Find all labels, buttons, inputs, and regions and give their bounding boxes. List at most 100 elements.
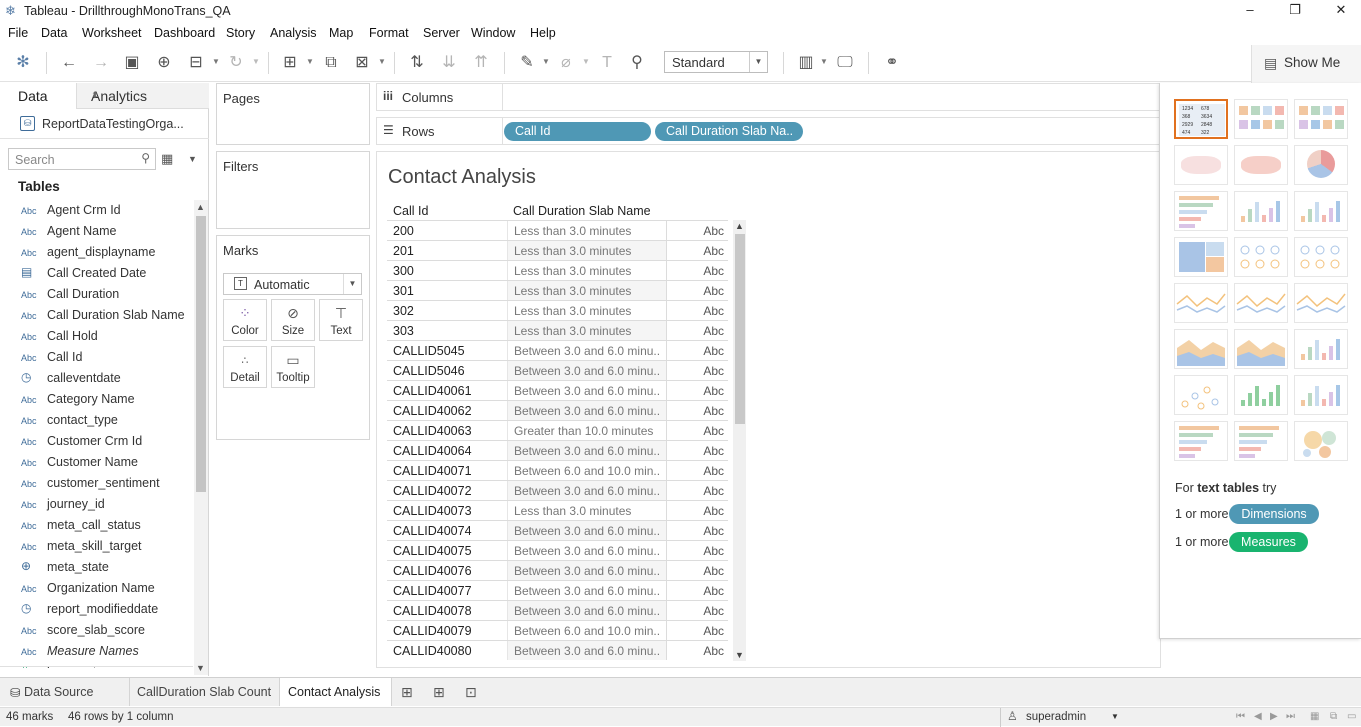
table-row[interactable]: CALLID40061 Between 3.0 and 6.0 minu.. Abc	[387, 380, 728, 400]
field-item[interactable]: Abc journey_id	[0, 494, 193, 515]
menu-story[interactable]: Story	[226, 26, 255, 40]
table-row[interactable]: CALLID5046 Between 3.0 and 6.0 minu.. Abc	[387, 360, 728, 380]
scroll-thumb[interactable]	[196, 216, 206, 492]
group-dropdown-icon[interactable]: ▼	[582, 57, 590, 66]
undo-icon[interactable]: ←	[58, 52, 80, 74]
menu-file[interactable]: File	[8, 26, 28, 40]
field-item[interactable]: Abc Call Hold	[0, 326, 193, 347]
table-row[interactable]: 303 Less than 3.0 minutes Abc	[387, 320, 728, 340]
sort-descending-icon[interactable]: ⇈	[470, 52, 492, 74]
field-item[interactable]: Abc Call Duration Slab Name	[0, 305, 193, 326]
first-sheet-icon[interactable]: ⏮	[1236, 711, 1245, 722]
field-item[interactable]: ◷ calleventdate	[0, 368, 193, 389]
tab-data[interactable]: Data	[0, 83, 76, 109]
tableau-home-icon[interactable]: ✻	[12, 52, 34, 74]
next-sheet-icon[interactable]: ▶	[1270, 711, 1278, 722]
menu-format[interactable]: Format	[369, 26, 409, 40]
table-row[interactable]: CALLID40064 Between 3.0 and 6.0 minu.. Abc	[387, 440, 728, 460]
header-call-id[interactable]: Call Id	[393, 204, 428, 218]
view-dropdown-icon[interactable]: ▼	[188, 154, 197, 164]
field-list-hscroll[interactable]	[0, 666, 193, 675]
field-item[interactable]: Abc Organization Name	[0, 578, 193, 599]
sort-ascending-icon[interactable]: ⇊	[438, 52, 460, 74]
filmstrip-icon[interactable]: ⧉	[1330, 711, 1337, 722]
field-item[interactable]: Abc Call Duration	[0, 284, 193, 305]
menu-worksheet[interactable]: Worksheet	[82, 26, 142, 40]
prev-sheet-icon[interactable]: ◀	[1254, 711, 1262, 722]
field-item[interactable]: Abc Measure Names	[0, 641, 193, 662]
table-row[interactable]: 301 Less than 3.0 minutes Abc	[387, 280, 728, 300]
tab-analytics[interactable]: Analytics ⬍	[76, 83, 209, 109]
new-worksheet-dropdown-icon[interactable]: ▼	[306, 57, 314, 66]
show-cards-dropdown-icon[interactable]: ▼	[820, 57, 828, 66]
clear-sheet-icon[interactable]: ⊠	[351, 52, 373, 74]
close-button[interactable]: ✕	[1331, 1, 1351, 21]
pane-menu-icon[interactable]: ⬍	[91, 90, 203, 101]
menu-analysis[interactable]: Analysis	[270, 26, 317, 40]
size-button[interactable]: ⊘ Size	[271, 299, 315, 341]
refresh-icon[interactable]: ↻	[225, 52, 247, 74]
save-icon[interactable]: ▣	[121, 52, 143, 74]
chart-type-text-table-icon[interactable]: 1234 678368 36342929 2848474 322	[1174, 99, 1228, 139]
redo-icon[interactable]: →	[90, 52, 112, 74]
field-item[interactable]: Abc Agent Crm Id	[0, 200, 193, 221]
chart-type-dual-combination-icon[interactable]	[1294, 329, 1348, 369]
share-icon[interactable]: ⚭	[881, 52, 903, 74]
table-row[interactable]: CALLID40076 Between 3.0 and 6.0 minu.. Abc	[387, 560, 728, 580]
field-list-scrollbar[interactable]: ▲ ▼	[194, 200, 208, 675]
chart-type-side-by-side-circles-icon[interactable]	[1294, 237, 1348, 277]
field-item[interactable]: Abc agent_displayname	[0, 242, 193, 263]
chart-type-heat-map-icon[interactable]	[1234, 99, 1288, 139]
menu-help[interactable]: Help	[530, 26, 556, 40]
minimize-button[interactable]: –	[1240, 1, 1260, 21]
menu-window[interactable]: Window	[471, 26, 515, 40]
chart-type-gantt-chart-icon[interactable]	[1174, 421, 1228, 461]
chart-type-treemap-icon[interactable]	[1174, 237, 1228, 277]
clear-dropdown-icon[interactable]: ▼	[378, 57, 386, 66]
chart-type-histogram-icon[interactable]	[1234, 375, 1288, 415]
scroll-down-icon[interactable]: ▼	[735, 650, 744, 660]
table-row[interactable]: 201 Less than 3.0 minutes Abc	[387, 240, 728, 260]
field-item[interactable]: Abc Customer Name	[0, 452, 193, 473]
field-item[interactable]: Abc customer_sentiment	[0, 473, 193, 494]
table-row[interactable]: CALLID40063 Greater than 10.0 minutes Abc	[387, 420, 728, 440]
field-item[interactable]: Abc Agent Name	[0, 221, 193, 242]
presentation-mode-icon[interactable]: 🖵	[834, 52, 856, 74]
chart-type-packed-bubbles-icon[interactable]	[1294, 421, 1348, 461]
table-row[interactable]: CALLID40071 Between 6.0 and 10.0 min.. Abc	[387, 460, 728, 480]
table-row[interactable]: CALLID40062 Between 3.0 and 6.0 minu.. Abc	[387, 400, 728, 420]
chart-type-scatter-plot-icon[interactable]	[1174, 375, 1228, 415]
new-datasource-icon[interactable]: ⊕	[153, 52, 175, 74]
chart-type-pie-chart-icon[interactable]	[1294, 145, 1348, 185]
labels-icon[interactable]: T	[596, 52, 618, 74]
refresh-dropdown-icon[interactable]: ▼	[252, 57, 260, 66]
detail-button[interactable]: ∴ Detail	[223, 346, 267, 388]
text-button[interactable]: ⊤ Text	[319, 299, 363, 341]
scroll-up-icon[interactable]: ▲	[196, 202, 205, 212]
rows-shelf[interactable]: ☰ Rows Call Id Call Duration Slab Na..	[376, 117, 1161, 145]
filters-card[interactable]: Filters	[216, 151, 370, 229]
chart-type-area-discrete-icon[interactable]	[1234, 329, 1288, 369]
new-story-tab-icon[interactable]: ⊡	[465, 684, 477, 701]
table-row[interactable]: CALLID40080 Between 3.0 and 6.0 minu.. Abc	[387, 640, 728, 660]
chart-type-dual-lines-icon[interactable]	[1294, 283, 1348, 323]
table-row[interactable]: 200 Less than 3.0 minutes Abc	[387, 220, 728, 240]
chart-type-side-by-side-bars-icon[interactable]	[1294, 191, 1348, 231]
chart-type-continuous-lines-icon[interactable]	[1174, 283, 1228, 323]
table-scroll-thumb[interactable]	[735, 234, 745, 424]
table-row[interactable]: CALLID40077 Between 3.0 and 6.0 minu.. Abc	[387, 580, 728, 600]
field-item[interactable]: Abc meta_skill_target	[0, 536, 193, 557]
color-button[interactable]: ⁘ Color	[223, 299, 267, 341]
chart-type-highlight-table-icon[interactable]	[1294, 99, 1348, 139]
chart-type-symbol-map-icon[interactable]	[1174, 145, 1228, 185]
table-row[interactable]: 302 Less than 3.0 minutes Abc	[387, 300, 728, 320]
table-row[interactable]: 300 Less than 3.0 minutes Abc	[387, 260, 728, 280]
search-input[interactable]: Search ⚲	[8, 148, 156, 170]
show-cards-icon[interactable]: ▥	[795, 52, 817, 74]
chart-type-box-whisker-icon[interactable]	[1294, 375, 1348, 415]
restore-button[interactable]: ❐	[1285, 1, 1305, 21]
fix-axes-icon[interactable]: ⚲	[626, 52, 648, 74]
user-menu[interactable]: ♙ superadmin ▼	[1000, 708, 1125, 727]
columns-shelf[interactable]: iii Columns	[376, 83, 1161, 111]
chart-type-bullet-graph-icon[interactable]	[1234, 421, 1288, 461]
